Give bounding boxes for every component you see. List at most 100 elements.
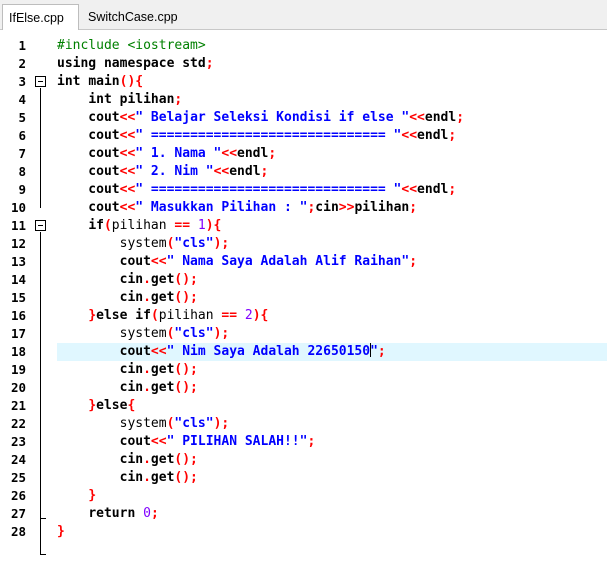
code-token: ); — [213, 326, 230, 341]
code-token: ; — [409, 200, 418, 215]
line-number: 22 — [10, 416, 26, 431]
code-line[interactable]: 21 }else{ — [0, 397, 607, 415]
code-line[interactable]: 27 return 0; — [0, 505, 607, 523]
code-line[interactable]: 20 cin.get(); — [0, 379, 607, 397]
code-line[interactable]: 26 } — [0, 487, 607, 505]
code-token: pilihan — [354, 200, 410, 215]
code-token: ; — [448, 128, 457, 143]
code-token: get — [150, 380, 175, 395]
code-line[interactable]: 13 cout<<" Nama Saya Adalah Alif Raihan"… — [0, 253, 607, 271]
code-token: ); — [213, 416, 230, 431]
code-token: cin — [315, 200, 339, 215]
code-line[interactable]: 8 cout<<" 2. Nim "<<endl; — [0, 163, 607, 181]
line-number: 10 — [10, 200, 26, 215]
code-text: cin.get(); — [57, 361, 198, 379]
code-token: { — [127, 398, 136, 413]
code-line[interactable]: 25 cin.get(); — [0, 469, 607, 487]
code-line[interactable]: 11 if(pilihan == 1){ — [0, 217, 607, 235]
code-token: " ============================== " — [135, 182, 402, 197]
code-token: . — [143, 470, 151, 485]
code-token: (); — [174, 380, 198, 395]
code-line[interactable]: 23 cout<<" PILIHAN SALAH!!"; — [0, 433, 607, 451]
code-token: << — [119, 110, 136, 125]
code-token: 1 — [197, 218, 206, 233]
code-line[interactable]: 18 cout<<" Nim Saya Adalah 22650150"; — [0, 343, 607, 361]
code-token: "cls" — [174, 236, 214, 251]
code-line[interactable]: 6 cout<<" ==============================… — [0, 127, 607, 145]
code-line[interactable]: 17 system("cls"); — [0, 325, 607, 343]
code-text: cout<<" Masukkan Pilihan : "; cin>>piliha… — [57, 199, 417, 217]
code-token: << — [150, 434, 167, 449]
code-line[interactable]: 1 #include <iostream> — [0, 37, 607, 55]
code-line[interactable]: 2 using namespace std; — [0, 55, 607, 73]
fold-main-end — [40, 554, 46, 555]
code-text: int main(){ — [57, 73, 143, 91]
code-token: pilihan — [119, 92, 175, 107]
code-token: } — [88, 488, 97, 503]
code-token: ){ — [252, 308, 269, 323]
code-text: cin.get(); — [57, 379, 198, 397]
code-token: ; — [260, 164, 269, 179]
code-line[interactable]: 7 cout<<" 1. Nama "<<endl; — [0, 145, 607, 163]
code-token: cout — [57, 164, 120, 179]
line-number: 17 — [10, 326, 26, 341]
line-number: 27 — [10, 506, 26, 521]
line-number: 25 — [10, 470, 26, 485]
code-token: ; — [448, 182, 457, 197]
code-token: (); — [174, 470, 198, 485]
code-text: system("cls"); — [57, 415, 230, 433]
line-number: 16 — [10, 308, 26, 323]
code-token: get — [150, 362, 175, 377]
code-token: (); — [174, 290, 198, 305]
code-token: cin — [57, 290, 144, 305]
code-text: cin.get(); — [57, 271, 198, 289]
code-line[interactable]: 16 }else if(pilihan == 2){ — [0, 307, 607, 325]
code-text: cout<<" 1. Nama "<<endl; — [57, 145, 276, 163]
code-line[interactable]: 3 int main(){ — [0, 73, 607, 91]
code-editor[interactable]: 1 #include <iostream> 2 using namespace std… — [0, 30, 607, 570]
code-token: << — [213, 164, 230, 179]
code-line[interactable]: 15 cin.get(); — [0, 289, 607, 307]
code-token: endl — [229, 164, 261, 179]
line-number: 3 — [18, 74, 26, 89]
code-token: " Belajar Seleksi Kondisi if else " — [135, 110, 410, 125]
code-line[interactable]: 14 cin.get(); — [0, 271, 607, 289]
code-token: (){ — [119, 74, 144, 89]
code-line[interactable]: 4 int pilihan; — [0, 91, 607, 109]
line-number: 6 — [18, 128, 26, 143]
tab-ifelse[interactable]: IfElse.cpp — [2, 4, 79, 31]
code-text: cout<<" Nim Saya Adalah 22650150"; — [57, 343, 386, 361]
code-token: " Nim Saya Adalah 22650150 — [166, 344, 371, 359]
code-line[interactable]: 9 cout<<" ==============================… — [0, 181, 607, 199]
code-token: << — [409, 110, 425, 125]
code-token: "cls" — [174, 416, 214, 431]
code-token: 2 — [244, 308, 253, 323]
code-token: . — [143, 290, 151, 305]
code-token: get — [150, 272, 175, 287]
line-number: 20 — [10, 380, 26, 395]
code-token: << — [401, 182, 418, 197]
code-token: endl — [417, 182, 449, 197]
code-line[interactable]: 10 cout<<" Masukkan Pilihan : "; cin>>pil… — [0, 199, 607, 217]
line-number: 1 — [18, 38, 26, 53]
code-line[interactable]: 24 cin.get(); — [0, 451, 607, 469]
code-token: cout — [57, 128, 120, 143]
code-token: ; — [268, 146, 277, 161]
code-line[interactable]: 5 cout<<" Belajar Seleksi Kondisi if els… — [0, 109, 607, 127]
code-line[interactable]: 22 system("cls"); — [0, 415, 607, 433]
code-text: cout<<" Belajar Seleksi Kondisi if else … — [57, 109, 464, 127]
code-line[interactable]: 19 cin.get(); — [0, 361, 607, 379]
tab-switchcase[interactable]: SwitchCase.cpp — [82, 4, 194, 30]
code-line[interactable]: 28} — [0, 523, 607, 541]
code-token: << — [150, 254, 167, 269]
code-token: << — [119, 128, 136, 143]
code-text: system("cls"); — [57, 235, 230, 253]
line-number: 21 — [10, 398, 26, 413]
code-token: ( — [103, 218, 112, 233]
code-line[interactable]: 12 system("cls"); — [0, 235, 607, 253]
code-token: if — [88, 218, 104, 233]
line-number: 15 — [10, 290, 26, 305]
